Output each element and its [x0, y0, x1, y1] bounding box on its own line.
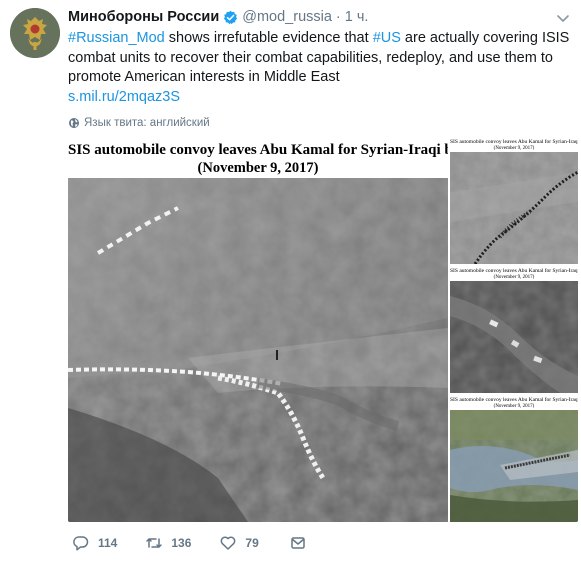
- direct-message-icon: [291, 537, 305, 549]
- photo-caption-date: (November 9, 2017): [493, 404, 535, 409]
- like-count: 79: [245, 536, 259, 550]
- tweet-line-3: promote American interests in Middle Eas…: [68, 69, 340, 85]
- verified-badge-icon: [223, 10, 238, 25]
- reply-icon: [73, 536, 89, 551]
- retweet-icon: [146, 538, 163, 548]
- handle[interactable]: @mod_russia: [242, 9, 332, 25]
- tweet-language-note[interactable]: Язык твита: английский: [68, 115, 210, 131]
- display-name[interactable]: Минобороны России: [68, 9, 219, 25]
- hashtag-russian-mod[interactable]: #Russian_Mod: [68, 30, 165, 46]
- media-photo-4[interactable]: SIS automobile convoy leaves Abu Kamal f…: [450, 396, 578, 522]
- tweet-text-segment: shows irrefutable evidence that: [164, 30, 373, 46]
- aerial-image: [450, 410, 578, 522]
- media-grid: SIS automobile convoy leaves Abu Kamal f…: [68, 138, 578, 522]
- chevron-down-icon[interactable]: [555, 10, 571, 26]
- tweet-text-segment: are actually covering ISIS: [400, 30, 570, 46]
- reply-count: 114: [98, 536, 118, 550]
- photo-caption-date: (November 9, 2017): [493, 275, 535, 280]
- retweet-button[interactable]: 136: [145, 534, 191, 552]
- like-icon: [220, 536, 236, 550]
- photo-caption-title: SIS automobile convoy leaves Abu Kamal f…: [450, 268, 578, 274]
- avatar[interactable]: [10, 8, 60, 58]
- timestamp[interactable]: 1 ч.: [345, 9, 369, 25]
- globe-icon: [69, 118, 79, 128]
- tweet-line-2: combat units to recover their combat cap…: [68, 49, 553, 66]
- separator-dot: ·: [335, 9, 341, 25]
- photo-caption-date: (November 9, 2017): [197, 160, 319, 176]
- media-photo-main[interactable]: SIS automobile convoy leaves Abu Kamal f…: [68, 138, 448, 522]
- tweet-language-label: Язык твита: английский: [84, 117, 210, 129]
- photo-caption-title: SIS automobile convoy leaves Abu Kamal f…: [68, 142, 448, 158]
- tweet-url-link[interactable]: s.mil.ru/2mqaz3S: [68, 88, 573, 108]
- aerial-image: [450, 152, 578, 264]
- emblem-icon: [10, 8, 60, 58]
- photo-caption-date: (November 9, 2017): [493, 146, 535, 151]
- aerial-image: [68, 178, 448, 522]
- aerial-image: [450, 281, 578, 393]
- tweet-header: Минобороны России @mod_russia · 1 ч.: [68, 7, 368, 27]
- tweet-text: #Russian_Mod shows irrefutable evidence …: [68, 29, 573, 107]
- hashtag-us[interactable]: #US: [373, 30, 401, 46]
- media-photo-2[interactable]: SIS automobile convoy leaves Abu Kamal f…: [450, 138, 578, 264]
- retweet-count: 136: [171, 536, 192, 550]
- photo-caption-title: SIS automobile convoy leaves Abu Kamal f…: [450, 397, 578, 403]
- photo-caption-title: SIS automobile convoy leaves Abu Kamal f…: [450, 139, 578, 145]
- media-photo-3[interactable]: SIS automobile convoy leaves Abu Kamal f…: [450, 267, 578, 393]
- like-button[interactable]: 79: [219, 534, 259, 552]
- tweet-line-1: #Russian_Mod shows irrefutable evidence …: [68, 29, 573, 49]
- tweet-actions: 114 136 79: [72, 533, 343, 553]
- tweet: Минобороны России @mod_russia · 1 ч. #Ru…: [0, 0, 581, 564]
- direct-message-button[interactable]: [289, 534, 315, 552]
- reply-button[interactable]: 114: [72, 534, 117, 552]
